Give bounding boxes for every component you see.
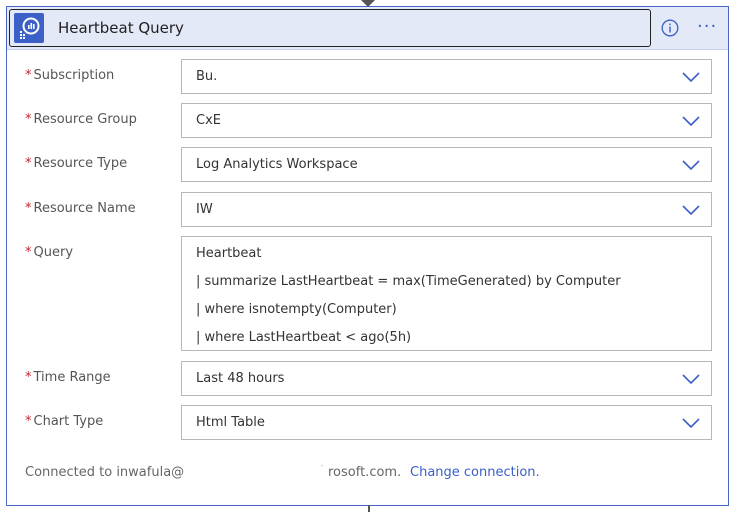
resource-group-dropdown[interactable]: CxE (181, 103, 712, 138)
query-line: | summarize LastHeartbeat = max(TimeGene… (196, 274, 621, 289)
azure-monitor-logs-app-icon (14, 13, 44, 43)
chart-type-label: * Chart Type (25, 414, 104, 429)
required-marker: * (25, 112, 32, 127)
info-icon[interactable] (661, 19, 679, 37)
more-options-icon[interactable]: ··· (697, 17, 721, 37)
query-line: | where LastHeartbeat < ago(5h) (196, 330, 412, 345)
resource-type-label: * Resource Type (25, 156, 128, 171)
query-line: Heartbeat (196, 246, 262, 261)
resource-name-dropdown[interactable]: IW (181, 192, 712, 227)
time-range-value: Last 48 hours (196, 371, 285, 386)
chevron-down-icon (682, 72, 700, 83)
chart-type-dropdown[interactable]: Html Table (181, 405, 712, 440)
required-marker: * (25, 245, 32, 260)
subscription-label: * Subscription (25, 68, 115, 83)
connection-tick: ` (320, 465, 325, 475)
flow-connector-line (368, 505, 370, 512)
connection-status-text: Connected to inwafula@ (25, 465, 185, 480)
chevron-down-icon (682, 418, 700, 429)
chevron-down-icon (682, 205, 700, 216)
card-title: Heartbeat Query (58, 19, 184, 37)
required-marker: * (25, 414, 32, 429)
chevron-down-icon (682, 160, 700, 171)
change-connection-link[interactable]: Change connection. (410, 465, 540, 480)
time-range-dropdown[interactable]: Last 48 hours (181, 361, 712, 396)
card-header: Heartbeat Query ··· (7, 7, 728, 50)
resource-type-dropdown[interactable]: Log Analytics Workspace (181, 147, 712, 182)
required-marker: * (25, 201, 32, 216)
chevron-down-icon (682, 374, 700, 385)
subscription-dropdown[interactable]: Bu. (181, 59, 712, 94)
chevron-down-icon (682, 116, 700, 127)
resource-group-label: * Resource Group (25, 112, 137, 127)
resource-name-label: * Resource Name (25, 201, 136, 216)
required-marker: * (25, 68, 32, 83)
title-editor[interactable]: Heartbeat Query (9, 9, 651, 47)
resource-name-value: IW (196, 202, 213, 217)
query-label: * Query (25, 245, 74, 260)
resource-group-value: CxE (196, 113, 221, 128)
connection-domain-text: rosoft.com. (328, 465, 402, 480)
required-marker: * (25, 370, 32, 385)
query-textarea[interactable]: Heartbeat | summarize LastHeartbeat = ma… (181, 236, 712, 351)
resource-type-value: Log Analytics Workspace (196, 157, 358, 172)
query-line: | where isnotempty(Computer) (196, 302, 397, 317)
chart-type-value: Html Table (196, 415, 265, 430)
time-range-label: * Time Range (25, 370, 111, 385)
required-marker: * (25, 156, 32, 171)
action-card: Heartbeat Query ··· * Subscription Bu. * R… (6, 6, 729, 506)
subscription-value: Bu. (196, 69, 218, 84)
